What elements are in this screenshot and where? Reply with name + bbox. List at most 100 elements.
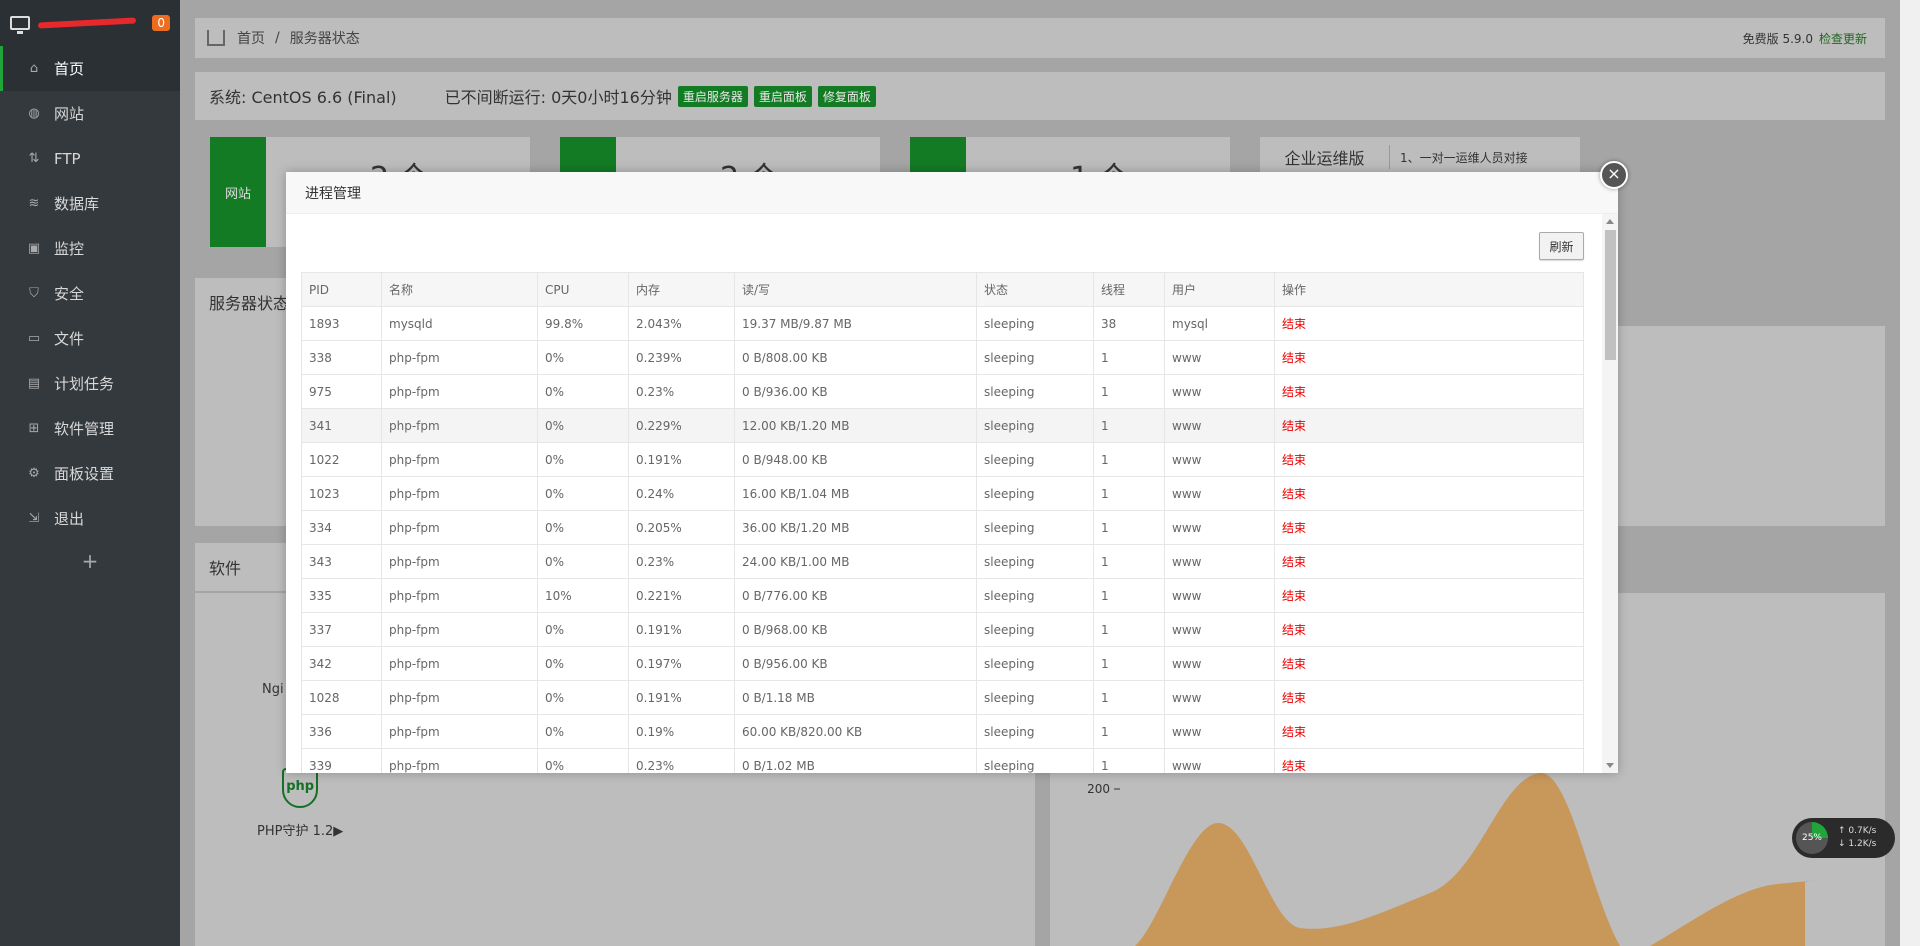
dialog-title: 进程管理 [305, 185, 361, 202]
system-uptime: 已不间断运行: 0天0小时16分钟 [444, 88, 672, 107]
table-cell: www [1164, 748, 1275, 773]
kill-process-link[interactable]: 结束 [1274, 544, 1584, 579]
close-dialog-button[interactable]: × [1600, 161, 1628, 189]
scroll-thumb[interactable] [1605, 230, 1616, 360]
kill-process-link[interactable]: 结束 [1274, 578, 1584, 613]
kill-process-link[interactable]: 结束 [1274, 510, 1584, 545]
table-cell: php-fpm [381, 748, 538, 773]
table-cell: 38 [1093, 306, 1165, 341]
sidebar-item-4[interactable]: ▣ 监控 [0, 226, 180, 271]
logout-icon: ⇲ [28, 511, 40, 526]
kill-process-link[interactable]: 结束 [1274, 408, 1584, 443]
column-header[interactable]: CPU [537, 272, 629, 307]
scroll-up-arrow[interactable] [1606, 219, 1614, 224]
sidebar-item-10[interactable]: ⇲ 退出 [0, 496, 180, 541]
table-cell: sleeping [976, 646, 1094, 681]
table-cell: 0% [537, 510, 629, 545]
sidebar-item-3[interactable]: ≋ 数据库 [0, 181, 180, 226]
table-cell: 1 [1093, 646, 1165, 681]
column-header[interactable]: 内存 [628, 272, 735, 307]
add-shortcut-button[interactable]: + [0, 541, 180, 581]
table-cell: 338 [301, 340, 382, 375]
table-cell: 0.205% [628, 510, 735, 545]
enterprise-card[interactable]: 企业运维版 1、一对一运维人员对接 [1260, 137, 1580, 177]
ftp-icon: ⇅ [28, 151, 40, 166]
server-status-label: 服务器状态 [209, 294, 290, 313]
table-cell: 0% [537, 680, 629, 715]
dialog-header: 进程管理 [286, 172, 1618, 214]
table-cell: php-fpm [381, 476, 538, 511]
kill-process-link[interactable]: 结束 [1274, 340, 1584, 375]
version-info: 免费版 5.9.0 检查更新 [1743, 30, 1867, 47]
sidebar-item-1[interactable]: ◍ 网站 [0, 91, 180, 136]
table-cell: 1 [1093, 544, 1165, 579]
column-header[interactable]: 操作 [1274, 272, 1584, 307]
table-row: 1023 php-fpm 0% 0.24% 16.00 KB/1.04 MB sleepi… [301, 476, 1584, 511]
restart-server-button[interactable]: 重启服务器 [677, 85, 748, 107]
table-cell: 342 [301, 646, 382, 681]
table-cell: 1 [1093, 714, 1165, 749]
table-header-row: PID 名称 CPU 内存 读/写 状态 线程 用户 操作 [301, 272, 1584, 307]
repair-panel-button[interactable]: 修复面板 [817, 85, 876, 107]
table-row: 975 php-fpm 0% 0.23% 0 B/936.00 KB sleeping 1 w… [301, 374, 1584, 409]
kill-process-link[interactable]: 结束 [1274, 442, 1584, 477]
sidebar-item-6[interactable]: ▭ 文件 [0, 316, 180, 361]
table-cell: mysql [1164, 306, 1275, 341]
table-cell: 0.24% [628, 476, 735, 511]
sidebar-item-0[interactable]: ⌂ 首页 [0, 46, 180, 91]
check-update-link[interactable]: 检查更新 [1819, 32, 1867, 46]
column-header[interactable]: PID [301, 272, 382, 307]
kill-process-link[interactable]: 结束 [1274, 646, 1584, 681]
kill-process-link[interactable]: 结束 [1274, 612, 1584, 647]
kill-process-link[interactable]: 结束 [1274, 714, 1584, 749]
table-cell: 0% [537, 646, 629, 681]
dialog-body: 刷新 PID 名称 CPU 内存 读/写 状态 线程 用户 操作 1893 mysqld 99.8%… [286, 214, 1618, 773]
sidebar-item-label: FTP [54, 149, 81, 168]
table-cell: sleeping [976, 510, 1094, 545]
breadcrumb-home[interactable]: 首页 [237, 28, 265, 48]
sidebar: 0 ⌂ 首页 ◍ 网站 ⇅ FTP ≋ 数据库 ▣ 监控 ⛉ 安全 ▭ 文件 ▤ 计划任务 ⊞ 软件管理 ⚙ 面板设置… [0, 0, 180, 946]
table-cell: sleeping [976, 714, 1094, 749]
kill-process-link[interactable]: 结束 [1274, 748, 1584, 773]
table-cell: 1 [1093, 612, 1165, 647]
table-cell: sleeping [976, 748, 1094, 773]
refresh-button[interactable]: 刷新 [1539, 232, 1584, 260]
sidebar-item-9[interactable]: ⚙ 面板设置 [0, 451, 180, 496]
network-speed-widget[interactable]: 25% ↑ 0.7K/s ↓ 1.2K/s [1792, 818, 1895, 858]
sidebar-item-5[interactable]: ⛉ 安全 [0, 271, 180, 316]
column-header[interactable]: 读/写 [734, 272, 977, 307]
kill-process-link[interactable]: 结束 [1274, 374, 1584, 409]
table-cell: 16.00 KB/1.04 MB [734, 476, 977, 511]
table-cell: 1 [1093, 408, 1165, 443]
table-cell: 0.221% [628, 578, 735, 613]
notification-badge[interactable]: 0 [152, 15, 170, 31]
column-header[interactable]: 线程 [1093, 272, 1165, 307]
table-row: 334 php-fpm 0% 0.205% 36.00 KB/1.20 MB sleepi… [301, 510, 1584, 545]
sidebar-item-8[interactable]: ⊞ 软件管理 [0, 406, 180, 451]
table-cell: 339 [301, 748, 382, 773]
speed-rates: ↑ 0.7K/s ↓ 1.2K/s [1838, 825, 1876, 851]
dialog-scrollbar[interactable] [1602, 214, 1618, 773]
table-cell: 60.00 KB/820.00 KB [734, 714, 977, 749]
kill-process-link[interactable]: 结束 [1274, 680, 1584, 715]
sidebar-item-2[interactable]: ⇅ FTP [0, 136, 180, 181]
scroll-down-arrow[interactable] [1606, 763, 1614, 768]
sidebar-item-7[interactable]: ▤ 计划任务 [0, 361, 180, 406]
restart-panel-button[interactable]: 重启面板 [753, 85, 812, 107]
traffic-area-2 [1650, 880, 1817, 946]
table-cell: 0.191% [628, 612, 735, 647]
table-cell: 1023 [301, 476, 382, 511]
table-cell: 0 B/956.00 KB [734, 646, 977, 681]
table-cell: 99.8% [537, 306, 629, 341]
php-guard-label: PHP守护 1.2▶ [257, 824, 344, 839]
php-guard-item[interactable]: php PHP守护 1.2▶ [257, 768, 343, 839]
home-icon[interactable] [207, 30, 225, 46]
column-header[interactable]: 状态 [976, 272, 1094, 307]
column-header[interactable]: 用户 [1164, 272, 1275, 307]
column-header[interactable]: 名称 [381, 272, 538, 307]
table-cell: sleeping [976, 612, 1094, 647]
kill-process-link[interactable]: 结束 [1274, 306, 1584, 341]
home-icon: ⌂ [29, 61, 39, 76]
system-os: 系统: CentOS 6.6 (Final) [209, 88, 397, 107]
kill-process-link[interactable]: 结束 [1274, 476, 1584, 511]
